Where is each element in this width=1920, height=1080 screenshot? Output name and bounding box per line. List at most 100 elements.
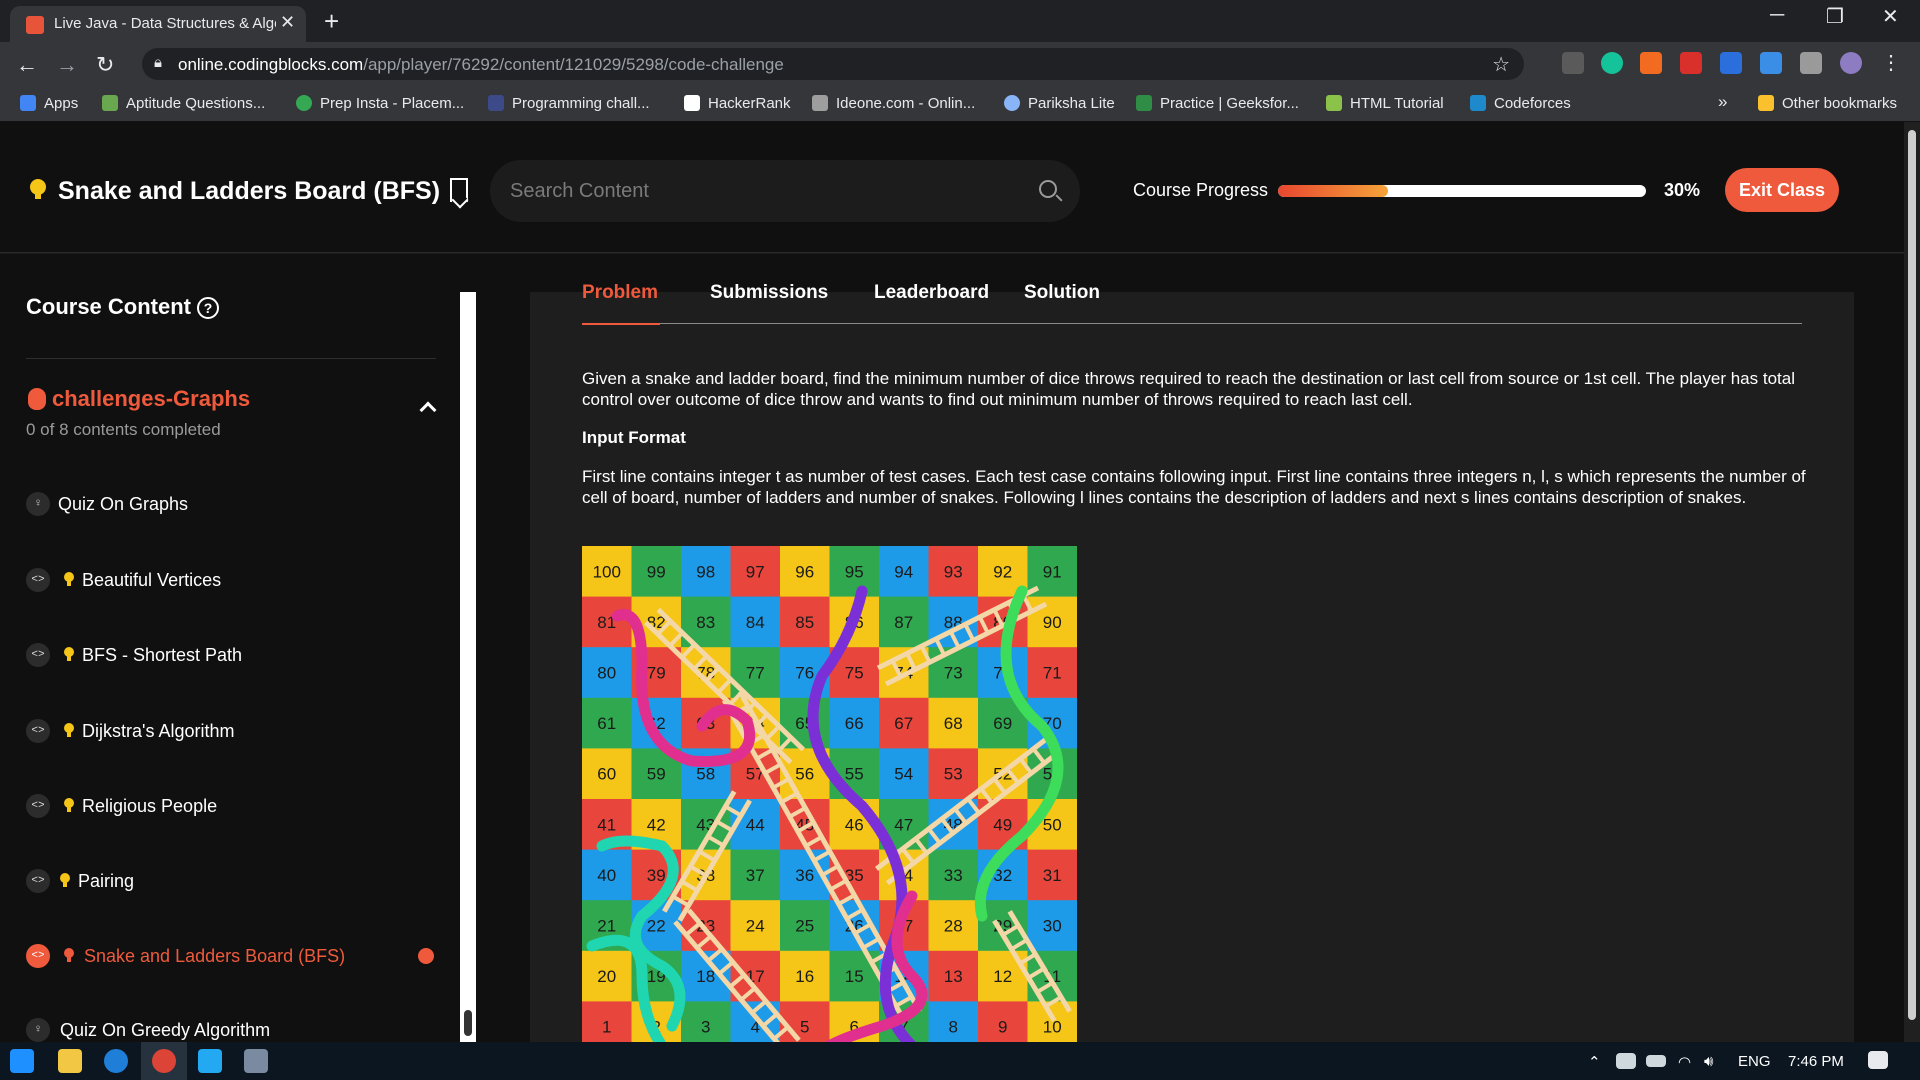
browser-tab[interactable]: Live Java - Data Structures & Algorithms… xyxy=(10,6,306,42)
onedrive-icon[interactable] xyxy=(1616,1053,1636,1069)
tray-chevron-icon[interactable]: ⌃ xyxy=(1588,1053,1601,1071)
bookmark-item[interactable]: Aptitude Questions... xyxy=(102,95,265,112)
bookmark-item[interactable]: Codeforces xyxy=(1470,95,1571,112)
url-path: /app/player/76292/content/121029/5298/co… xyxy=(363,55,784,74)
search-input[interactable] xyxy=(510,176,1010,206)
help-icon[interactable]: ? xyxy=(197,297,219,319)
chevron-up-icon[interactable] xyxy=(419,401,437,419)
vscode-icon[interactable] xyxy=(198,1049,222,1073)
bookmark-label: Pariksha Lite xyxy=(1028,95,1115,112)
sidebar-item-snake-and-ladders[interactable]: <> Snake and Ladders Board (BFS) xyxy=(26,940,456,980)
extension-icon[interactable] xyxy=(1760,52,1782,74)
lightbulb-icon xyxy=(64,647,74,663)
restore-icon[interactable]: ❐ xyxy=(1826,4,1844,29)
board-cell-number: 47 xyxy=(894,815,913,834)
sidebar-item-beautiful-vertices[interactable]: <> Beautiful Vertices xyxy=(26,564,456,604)
tab-leaderboard[interactable]: Leaderboard xyxy=(874,282,989,304)
bookmark-star-icon[interactable]: ☆ xyxy=(1492,52,1510,77)
bookmark-icon[interactable] xyxy=(450,178,468,202)
board-cell-number: 75 xyxy=(845,664,864,683)
volume-icon[interactable]: 🔊︎ xyxy=(1704,1053,1713,1070)
board-cell-number: 56 xyxy=(795,765,814,784)
window-close-icon[interactable]: ✕ xyxy=(1882,4,1899,29)
board-cell-number: 87 xyxy=(894,613,913,632)
profile-avatar[interactable] xyxy=(1840,52,1862,74)
tab-solution[interactable]: Solution xyxy=(1024,282,1100,304)
extension-icon[interactable] xyxy=(1720,52,1742,74)
bookmark-apps[interactable]: Apps xyxy=(20,95,78,112)
clock[interactable]: 7:46 PM xyxy=(1788,1053,1844,1070)
board-cell-number: 85 xyxy=(795,613,814,632)
puzzle-icon[interactable] xyxy=(1800,52,1822,74)
code-icon: <> xyxy=(26,643,50,667)
chrome-icon[interactable] xyxy=(152,1049,176,1073)
grammarly-icon[interactable] xyxy=(1601,52,1623,74)
edge-icon[interactable] xyxy=(104,1049,128,1073)
board-cell-number: 36 xyxy=(795,866,814,885)
sidebar-item-bfs-shortest-path[interactable]: <> BFS - Shortest Path xyxy=(26,639,456,679)
board-cell-number: 80 xyxy=(597,664,616,683)
sidebar-item-dijkstras-algorithm[interactable]: <> Dijkstra's Algorithm xyxy=(26,715,456,755)
reload-icon[interactable]: ↻ xyxy=(96,52,114,78)
section-title[interactable]: challenges-Graphs xyxy=(52,386,250,412)
sidebar-item-quiz-on-greedy[interactable]: ♀ Quiz On Greedy Algorithm xyxy=(26,1014,456,1042)
bookmark-item[interactable]: Ideone.com - Onlin... xyxy=(812,95,975,112)
address-bar[interactable]: 🔒︎ online.codingblocks.com/app/player/76… xyxy=(142,48,1524,80)
url-host: online.codingblocks.com xyxy=(178,55,364,74)
extension-icon[interactable] xyxy=(1562,52,1584,74)
battery-icon[interactable] xyxy=(1646,1055,1666,1067)
exit-class-button[interactable]: Exit Class xyxy=(1725,168,1839,212)
bookmark-label: Ideone.com - Onlin... xyxy=(836,95,976,112)
code-icon: <> xyxy=(26,719,50,743)
search-icon[interactable] xyxy=(1039,180,1057,198)
menu-icon[interactable]: ⋮ xyxy=(1880,52,1902,74)
bookmarks-overflow-icon[interactable]: » xyxy=(1718,92,1727,112)
bookmark-item[interactable]: Pariksha Lite xyxy=(1004,95,1115,112)
extension-icon[interactable] xyxy=(1640,52,1662,74)
extension-icon[interactable] xyxy=(1680,52,1702,74)
bookmark-item[interactable]: Programming chall... xyxy=(488,95,650,112)
board-cell-number: 68 xyxy=(944,714,963,733)
board-cell-number: 58 xyxy=(696,765,715,784)
snake-ladder-board-image: 1009998979695949392918182838485868788899… xyxy=(582,546,1077,1042)
page-scrollbar[interactable] xyxy=(1904,122,1920,1042)
sidebar-scrollbar-thumb[interactable] xyxy=(464,1010,472,1036)
notifications-icon[interactable] xyxy=(1868,1051,1888,1069)
board-cell-number: 67 xyxy=(894,714,913,733)
app-icon[interactable] xyxy=(244,1049,268,1073)
sidebar-item-religious-people[interactable]: <> Religious People xyxy=(26,790,456,830)
course-content-title: Course Content xyxy=(26,294,191,319)
board-cell-number: 46 xyxy=(845,815,864,834)
sidebar-item-pairing[interactable]: <> Pairing xyxy=(26,865,456,905)
board-cell-number: 39 xyxy=(647,866,666,885)
tab-submissions[interactable]: Submissions xyxy=(710,282,828,304)
board-cell-number: 21 xyxy=(597,917,616,936)
windows-start-icon[interactable] xyxy=(10,1049,34,1073)
page-scrollbar-thumb[interactable] xyxy=(1908,130,1916,1020)
other-bookmarks-label: Other bookmarks xyxy=(1782,95,1898,112)
board-cell-number: 71 xyxy=(1043,664,1062,683)
bookmark-item[interactable]: Prep Insta - Placem... xyxy=(296,95,464,112)
new-tab-icon[interactable]: + xyxy=(324,6,339,37)
bookmark-item[interactable]: Practice | Geeksfor... xyxy=(1136,95,1299,112)
close-tab-icon[interactable]: ✕ xyxy=(280,12,295,33)
tab-problem[interactable]: Problem xyxy=(582,282,658,304)
board-cell-number: 42 xyxy=(647,815,666,834)
board-cell-number: 60 xyxy=(597,765,616,784)
language-indicator[interactable]: ENG xyxy=(1738,1053,1771,1070)
minimize-icon[interactable]: ─ xyxy=(1770,4,1784,27)
back-icon[interactable]: ← xyxy=(16,52,38,78)
other-bookmarks[interactable]: Other bookmarks xyxy=(1758,95,1897,112)
sidebar-scrollbar[interactable] xyxy=(460,292,476,1042)
bookmark-favicon-icon xyxy=(1326,95,1342,111)
quiz-icon: ♀ xyxy=(26,1018,50,1042)
divider xyxy=(26,358,436,359)
bookmark-item[interactable]: HackerRank xyxy=(684,95,791,112)
sidebar-item-label: Religious People xyxy=(82,796,218,816)
sidebar-item-quiz-on-graphs[interactable]: ♀ Quiz On Graphs xyxy=(26,488,456,528)
file-explorer-icon[interactable] xyxy=(58,1049,82,1073)
bookmark-label: Prep Insta - Placem... xyxy=(320,95,465,112)
forward-icon[interactable]: → xyxy=(56,52,78,78)
wifi-icon[interactable]: ◠ xyxy=(1678,1053,1691,1071)
bookmark-item[interactable]: HTML Tutorial xyxy=(1326,95,1444,112)
